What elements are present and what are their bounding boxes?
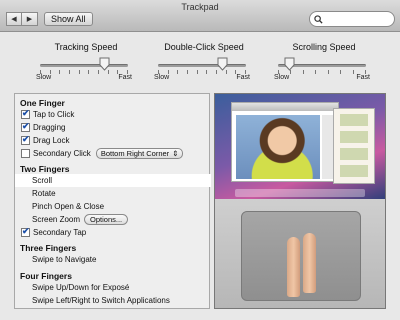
secondary-click-checkbox[interactable]: [21, 149, 30, 158]
finger-right: [303, 233, 316, 293]
scrolling-speed-min-label: Slow: [274, 74, 290, 81]
scroll-option[interactable]: Scroll: [15, 174, 211, 187]
expose-option[interactable]: Swipe Up/Down for Exposé: [15, 281, 211, 294]
tracking-speed-slider-thumb[interactable]: [99, 57, 110, 71]
finger-left: [287, 237, 300, 297]
dragging-label: Dragging: [33, 123, 66, 132]
forward-arrow-icon: ▶: [26, 16, 33, 23]
double-click-speed-ticks: [158, 70, 246, 74]
tracking-speed-min-label: Slow: [36, 74, 52, 81]
preview-photo: [236, 115, 320, 179]
slider-tick: [88, 70, 90, 74]
screen-zoom-options-button[interactable]: Options...: [84, 214, 129, 225]
secondary-tap-label: Secondary Tap: [33, 228, 87, 237]
tracking-speed-control: Tracking Speed Slow Fast: [36, 42, 136, 81]
slider-tick: [59, 70, 61, 74]
switch-apps-option[interactable]: Swipe Left/Right to Switch Applications: [15, 294, 211, 307]
double-click-speed-control: Double-Click Speed Slow Fast: [154, 42, 254, 81]
double-click-speed-max-label: Fast: [236, 74, 250, 81]
back-button[interactable]: ◀: [6, 12, 22, 26]
tap-to-click-option[interactable]: Tap to Click: [15, 108, 211, 121]
back-arrow-icon: ◀: [11, 16, 17, 23]
pinch-option[interactable]: Pinch Open & Close: [15, 200, 211, 213]
dragging-option[interactable]: Dragging: [15, 121, 211, 134]
double-click-speed-slider-thumb[interactable]: [217, 57, 228, 71]
gesture-preview: [214, 93, 386, 309]
gesture-options-list: One Finger Tap to Click Dragging Drag Lo…: [14, 93, 211, 309]
preview-dock: [235, 189, 365, 197]
tracking-speed-label: Tracking Speed: [54, 42, 118, 52]
nav-buttons: ◀ ▶: [6, 12, 38, 26]
slider-tick: [177, 70, 179, 74]
scrolling-speed-max-label: Fast: [356, 74, 370, 81]
rotate-option[interactable]: Rotate: [15, 187, 211, 200]
screen-zoom-option[interactable]: Screen Zoom Options...: [15, 213, 211, 226]
preview-screen-image: [215, 94, 385, 199]
show-all-button[interactable]: Show All: [44, 12, 93, 26]
slider-tick: [315, 70, 317, 74]
forward-button[interactable]: ▶: [22, 12, 38, 26]
scrolling-speed-control: Scrolling Speed Slow Fast: [274, 42, 374, 81]
tracking-speed-ticks: [40, 70, 128, 74]
double-click-speed-min-label: Slow: [154, 74, 170, 81]
trackpad-surface: [241, 211, 361, 301]
slider-tick: [302, 70, 304, 74]
preview-document-window: [333, 108, 375, 184]
slider-tick: [352, 70, 354, 74]
slider-tick: [78, 70, 80, 74]
double-click-speed-track[interactable]: [158, 64, 246, 67]
dragging-checkbox[interactable]: [21, 121, 30, 132]
secondary-click-option[interactable]: Secondary Click Bottom Right Corner ⇕: [15, 147, 211, 160]
search-icon: [314, 15, 323, 24]
slider-tick: [327, 70, 329, 74]
selection-pointer-icon: [190, 174, 197, 186]
tracking-speed-track[interactable]: [40, 64, 128, 67]
drag-lock-checkbox[interactable]: [21, 134, 30, 145]
slider-tick: [196, 70, 198, 74]
drag-lock-label: Drag Lock: [33, 136, 70, 145]
tracking-speed-max-label: Fast: [118, 74, 132, 81]
preview-photo-window: [231, 102, 339, 182]
slider-tick: [340, 70, 342, 74]
tap-to-click-checkbox[interactable]: [21, 108, 30, 119]
scrolling-speed-label: Scrolling Speed: [292, 42, 356, 52]
slider-tick: [206, 70, 208, 74]
screen-zoom-label: Screen Zoom: [32, 215, 81, 224]
secondary-tap-checkbox[interactable]: [21, 226, 30, 237]
slider-tick: [187, 70, 188, 74]
preview-trackpad-image: [215, 199, 385, 308]
double-click-speed-label: Double-Click Speed: [164, 42, 244, 52]
search-field[interactable]: [309, 11, 395, 27]
secondary-click-popup[interactable]: Bottom Right Corner ⇕: [95, 148, 184, 159]
secondary-click-label: Secondary Click: [33, 149, 91, 158]
window-toolbar: Trackpad ◀ ▶ Show All: [0, 0, 400, 32]
secondary-click-popup-value: Bottom Right Corner: [100, 149, 170, 158]
tap-to-click-label: Tap to Click: [33, 110, 75, 119]
scrolling-speed-slider-thumb[interactable]: [284, 57, 295, 71]
drag-lock-option[interactable]: Drag Lock: [15, 134, 211, 147]
secondary-tap-option[interactable]: Secondary Tap: [15, 226, 211, 239]
slider-tick: [69, 70, 70, 74]
popup-arrows-icon: ⇕: [172, 149, 179, 158]
swipe-navigate-option[interactable]: Swipe to Navigate: [15, 253, 211, 266]
